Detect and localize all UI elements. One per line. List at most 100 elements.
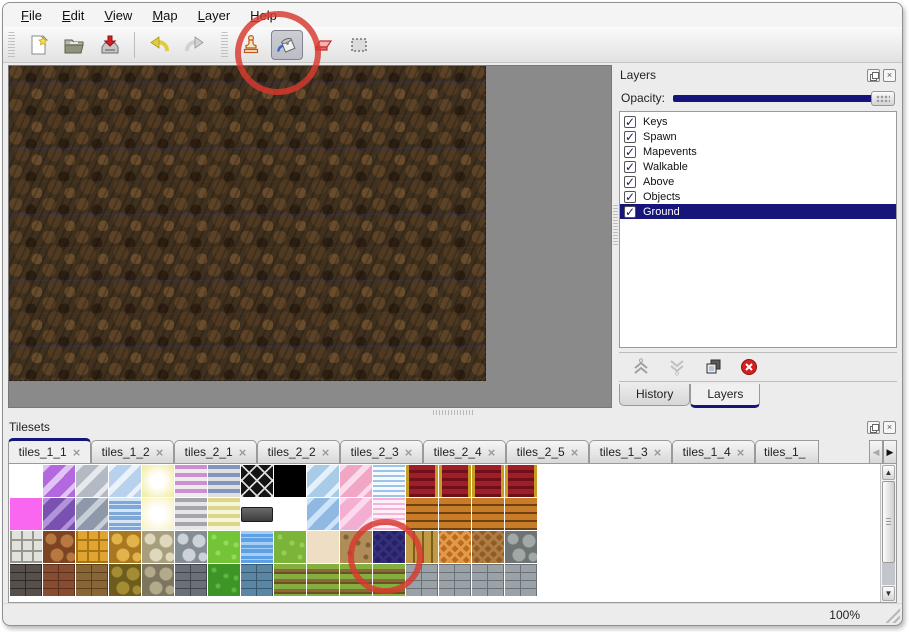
tab-close-icon[interactable]: × xyxy=(737,446,745,459)
tile-curtain-red[interactable] xyxy=(406,465,438,497)
tile-stones-gold[interactable] xyxy=(109,531,141,563)
layer-visibility-checkbox[interactable]: ✓ xyxy=(624,146,636,158)
tile-curtain-red[interactable] xyxy=(472,465,504,497)
tile-water-stripes[interactable] xyxy=(109,498,141,530)
tile-brick-blue[interactable] xyxy=(241,564,273,596)
tile-light-glow[interactable] xyxy=(142,465,174,497)
tile-brick-lightgray[interactable] xyxy=(505,564,537,596)
layer-visibility-checkbox[interactable]: ✓ xyxy=(624,206,636,218)
tile-brick-lightgray[interactable] xyxy=(472,564,504,596)
tile-glass-darkgray[interactable] xyxy=(76,498,108,530)
menu-help[interactable]: Help xyxy=(240,5,287,26)
select-tool-button[interactable] xyxy=(343,30,375,60)
tile-magenta[interactable] xyxy=(10,498,42,530)
tileset-tab-tiles_1_4[interactable]: tiles_1_4× xyxy=(672,440,755,463)
map-canvas[interactable] xyxy=(9,66,486,381)
tileset-tab-tiles_2_4[interactable]: tiles_2_4× xyxy=(423,440,506,463)
tile-basket-weave[interactable] xyxy=(439,531,471,563)
tilesets-close-button[interactable]: × xyxy=(883,421,896,434)
tile-lattice[interactable] xyxy=(241,465,273,497)
layer-row-keys[interactable]: ✓Keys xyxy=(620,114,896,129)
scroll-tabs-right-button[interactable]: ▶ xyxy=(883,440,897,463)
tile-glass-darkpurple[interactable] xyxy=(43,498,75,530)
tile-grass-dark[interactable] xyxy=(274,531,306,563)
layer-row-above[interactable]: ✓Above xyxy=(620,174,896,189)
opacity-slider-track[interactable] xyxy=(673,95,893,102)
undo-button[interactable] xyxy=(143,30,175,60)
tile-glass-purple[interactable] xyxy=(43,465,75,497)
layer-row-mapevents[interactable]: ✓Mapevents xyxy=(620,144,896,159)
tile-farm-rows[interactable] xyxy=(274,564,306,596)
tile-empty[interactable] xyxy=(10,465,42,497)
scroll-up-button[interactable]: ▲ xyxy=(882,465,895,480)
tile-metal-plate[interactable] xyxy=(241,498,273,530)
tile-logs-gray[interactable] xyxy=(505,531,537,563)
tile-hedge-green[interactable] xyxy=(208,564,240,596)
tile-brick-darkgray[interactable] xyxy=(10,564,42,596)
menu-file[interactable]: File xyxy=(11,5,52,26)
tile-farm-rows[interactable] xyxy=(340,564,372,596)
raise-layer-button[interactable] xyxy=(631,357,651,377)
layer-row-objects[interactable]: ✓Objects xyxy=(620,189,896,204)
tab-close-icon[interactable]: × xyxy=(73,446,81,459)
layer-row-ground[interactable]: ✓Ground xyxy=(620,204,896,219)
tileset-tab-tiles_2_2[interactable]: tiles_2_2× xyxy=(257,440,340,463)
menu-view[interactable]: View xyxy=(94,5,142,26)
menu-map[interactable]: Map xyxy=(142,5,187,26)
tab-close-icon[interactable]: × xyxy=(156,446,164,459)
resize-grip[interactable] xyxy=(882,605,900,623)
opacity-slider-handle[interactable] xyxy=(871,91,895,106)
tile-stones-gray[interactable] xyxy=(175,531,207,563)
tile-brick-lightgray[interactable] xyxy=(439,564,471,596)
tile-glass-blue[interactable] xyxy=(109,465,141,497)
tileset-tab-tiles_1_1[interactable]: tiles_1_1× xyxy=(8,438,91,463)
tile-stripes-yellow[interactable] xyxy=(208,498,240,530)
open-button[interactable] xyxy=(58,30,90,60)
layers-float-button[interactable] xyxy=(867,69,880,82)
tab-layers[interactable]: Layers xyxy=(690,384,760,408)
tile-glass-gray[interactable] xyxy=(76,465,108,497)
redo-button[interactable] xyxy=(179,30,211,60)
horizontal-splitter-grip[interactable] xyxy=(433,410,473,415)
tile-water-blue[interactable] xyxy=(241,531,273,563)
tile-brick-tan[interactable] xyxy=(76,564,108,596)
tile-grass-bright[interactable] xyxy=(208,531,240,563)
tile-pale-yellow[interactable] xyxy=(142,498,174,530)
tile-brick-lightgray[interactable] xyxy=(406,564,438,596)
opacity-slider[interactable] xyxy=(673,90,895,106)
menu-edit[interactable]: Edit xyxy=(52,5,94,26)
layer-row-spawn[interactable]: ✓Spawn xyxy=(620,129,896,144)
scroll-down-button[interactable]: ▼ xyxy=(882,586,895,601)
tile-herringbone-wood[interactable] xyxy=(472,531,504,563)
tile-stone-beige[interactable] xyxy=(142,564,174,596)
tile-brick-brown[interactable] xyxy=(43,564,75,596)
tile-planks-orange[interactable] xyxy=(472,498,504,530)
vertical-splitter[interactable] xyxy=(612,65,619,408)
tile-planks-orange[interactable] xyxy=(505,498,537,530)
tile-stone-blocks-white[interactable] xyxy=(10,531,42,563)
tileset-tab-tiles_1[interactable]: tiles_1_ xyxy=(755,440,819,463)
tile-glass-pink[interactable] xyxy=(340,465,372,497)
tile-stripes-blue[interactable] xyxy=(208,465,240,497)
layer-visibility-checkbox[interactable]: ✓ xyxy=(624,176,636,188)
toolbar-grip-2[interactable] xyxy=(221,32,228,58)
tile-stripes-thin-blue[interactable] xyxy=(373,465,405,497)
tile-tiles-gold[interactable] xyxy=(76,531,108,563)
layer-visibility-checkbox[interactable]: ✓ xyxy=(624,131,636,143)
scrollbar-thumb[interactable] xyxy=(882,481,895,563)
tile-farm-rows[interactable] xyxy=(373,564,405,596)
tab-close-icon[interactable]: × xyxy=(322,446,330,459)
tab-history[interactable]: History xyxy=(619,384,690,406)
tab-close-icon[interactable]: × xyxy=(405,446,413,459)
tile-stripes-thin-pink[interactable] xyxy=(373,498,405,530)
tile-curtain-red[interactable] xyxy=(505,465,537,497)
tileset-tab-tiles_1_2[interactable]: tiles_1_2× xyxy=(91,440,174,463)
save-button[interactable] xyxy=(94,30,126,60)
tile-glass-pink-solid[interactable] xyxy=(340,498,372,530)
tile-pebbles-beige[interactable] xyxy=(142,531,174,563)
tile-planks-vertical[interactable] xyxy=(406,531,438,563)
tile-black[interactable] xyxy=(274,465,306,497)
tilesets-float-button[interactable] xyxy=(867,421,880,434)
horizontal-splitter[interactable] xyxy=(3,408,902,417)
tile-empty[interactable] xyxy=(274,498,306,530)
